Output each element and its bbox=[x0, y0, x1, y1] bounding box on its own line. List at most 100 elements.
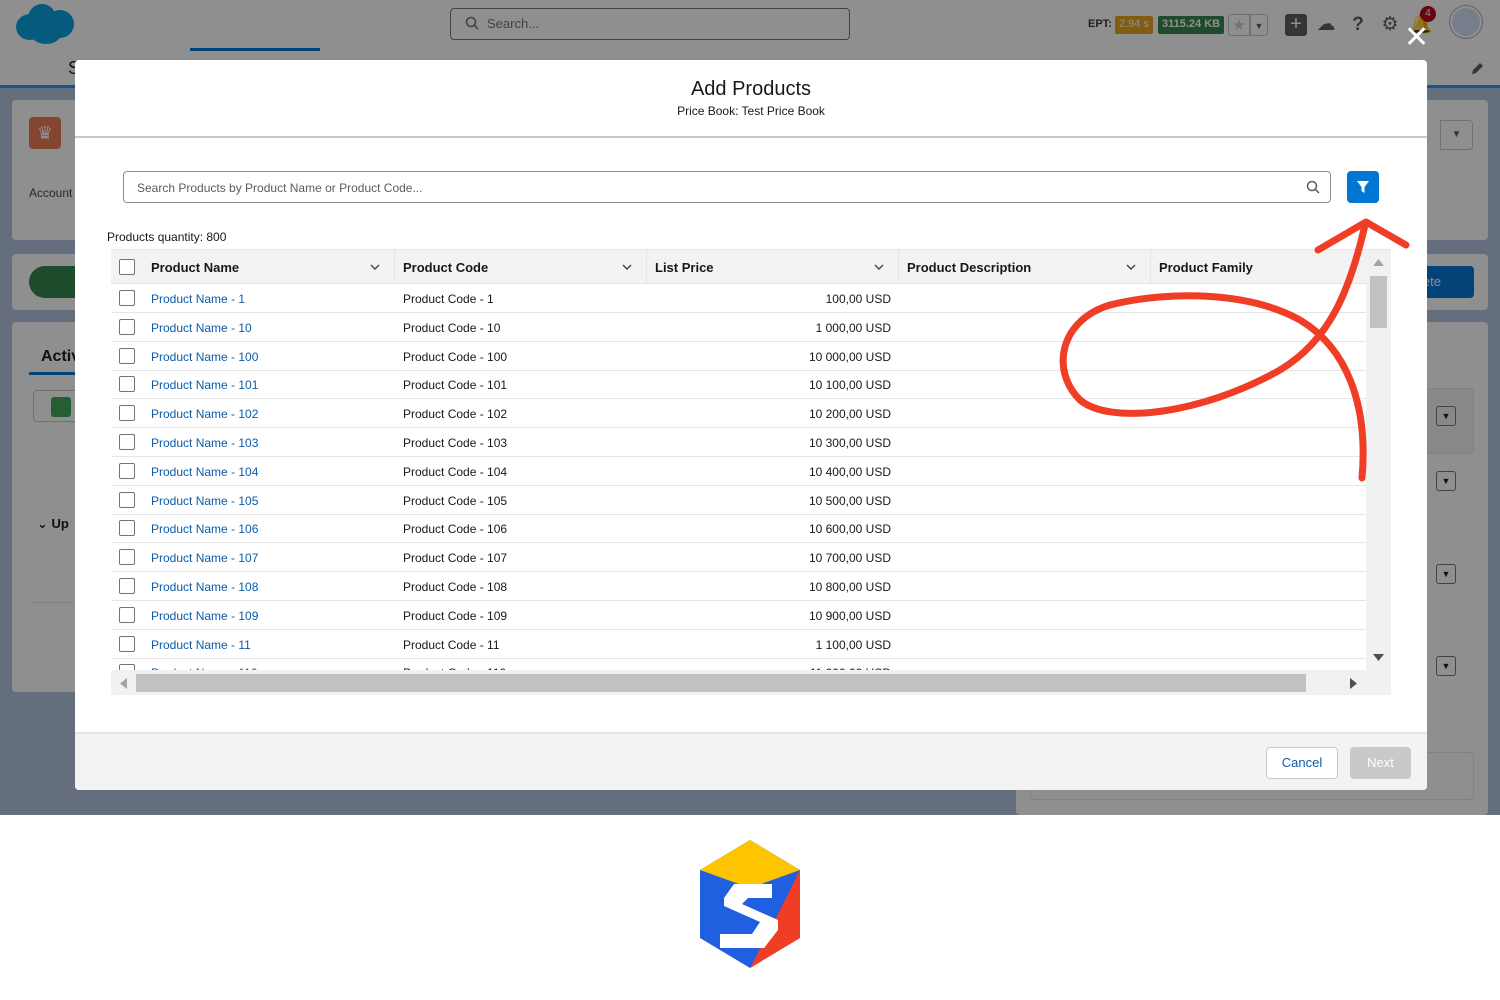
brand-logo-icon bbox=[700, 840, 800, 968]
product-code-cell: Product Code - 11 bbox=[403, 637, 500, 652]
list-price-cell: 10 600,00 USD bbox=[808, 522, 891, 537]
products-quantity: Products quantity: 800 bbox=[107, 230, 227, 244]
product-name-link[interactable]: Product Name - 1 bbox=[151, 292, 245, 306]
table-row[interactable]: Product Name - 10 Product Code - 10 1 000,… bbox=[111, 313, 1366, 342]
chevron-down-icon[interactable] bbox=[370, 262, 380, 272]
list-price-cell: 10 900,00 USD bbox=[808, 608, 891, 623]
row-checkbox[interactable] bbox=[119, 434, 135, 450]
table-header: Product Name Product Code List Price Pro… bbox=[111, 250, 1366, 284]
scroll-left-arrow-icon[interactable] bbox=[119, 678, 127, 689]
products-table: Product Name Product Code List Price Pro… bbox=[111, 249, 1391, 695]
column-label: Product Code bbox=[403, 260, 489, 275]
add-products-modal: Add Products Price Book: Test Price Book… bbox=[75, 60, 1427, 790]
table-row[interactable]: Product Name - 11 Product Code - 11 1 100,… bbox=[111, 630, 1366, 659]
modal-header: Add Products Price Book: Test Price Book bbox=[75, 60, 1427, 138]
table-body: Product Name - 1 Product Code - 1 100,00 U… bbox=[111, 284, 1366, 670]
product-name-link[interactable]: Product Name - 100 bbox=[151, 350, 258, 364]
row-checkbox[interactable] bbox=[119, 405, 135, 422]
column-product-description[interactable]: Product Description bbox=[899, 250, 1151, 284]
vertical-scroll-thumb[interactable] bbox=[1370, 276, 1387, 328]
table-row[interactable]: Product Name - 107 Product Code - 107 10 7… bbox=[111, 543, 1366, 573]
product-name-link[interactable]: Product Name - 109 bbox=[151, 609, 258, 623]
product-code-cell: Product Code - 106 bbox=[403, 522, 508, 537]
horizontal-scroll-thumb[interactable] bbox=[136, 674, 1306, 692]
product-name-link[interactable]: Product Name - 104 bbox=[151, 465, 258, 479]
table-row[interactable]: Product Name - 103 Product Code - 103 10 3… bbox=[111, 428, 1366, 457]
product-search-input[interactable]: Search Products by Product Name or Produ… bbox=[123, 171, 1331, 203]
product-name-link[interactable]: Product Name - 108 bbox=[151, 580, 258, 594]
product-code-cell: Product Code - 1 bbox=[403, 292, 494, 306]
product-code-cell: Product Code - 10 bbox=[403, 320, 501, 335]
row-checkbox[interactable] bbox=[119, 347, 135, 364]
list-price-cell: 10 500,00 USD bbox=[808, 493, 891, 508]
product-name-link[interactable]: Product Name - 102 bbox=[151, 407, 258, 421]
table-row[interactable]: Product Name - 101 Product Code - 101 10 1… bbox=[111, 370, 1366, 400]
search-icon bbox=[1306, 180, 1320, 194]
table-row[interactable]: Product Name - 100 Product Code - 100 10 0… bbox=[111, 342, 1366, 371]
product-code-cell: Product Code - 103 bbox=[403, 436, 508, 450]
list-price-cell: 1 000,00 USD bbox=[815, 320, 891, 335]
row-checkbox[interactable] bbox=[119, 549, 135, 566]
column-product-name[interactable]: Product Name bbox=[143, 250, 395, 284]
product-code-cell: Product Code - 101 bbox=[403, 378, 508, 393]
modal-subtitle: Price Book: Test Price Book bbox=[677, 104, 825, 118]
product-name-link[interactable]: Product Name - 11 bbox=[151, 638, 251, 652]
product-name-link[interactable]: Product Name - 107 bbox=[151, 551, 258, 565]
close-icon[interactable]: ✕ bbox=[1404, 23, 1429, 53]
product-name-link[interactable]: Product Name - 105 bbox=[151, 494, 258, 508]
row-checkbox[interactable] bbox=[119, 520, 135, 537]
column-label: List Price bbox=[655, 260, 714, 275]
list-price-cell: 10 000,00 USD bbox=[808, 349, 891, 364]
column-label: Product Description bbox=[907, 260, 1032, 275]
next-button[interactable]: Next bbox=[1350, 747, 1411, 779]
row-checkbox[interactable] bbox=[119, 318, 135, 335]
row-checkbox[interactable] bbox=[119, 491, 135, 508]
table-row[interactable]: Product Name - 105 Product Code - 105 10 5… bbox=[111, 486, 1366, 515]
table-row[interactable]: Product Name - 1 Product Code - 1 100,00 U… bbox=[111, 284, 1366, 313]
table-row[interactable]: Product Name - 110Product Code - 11011 0… bbox=[111, 658, 1366, 670]
table-row[interactable]: Product Name - 109 Product Code - 109 10 9… bbox=[111, 601, 1366, 630]
chevron-down-icon[interactable] bbox=[874, 262, 884, 272]
filter-icon bbox=[1357, 181, 1369, 193]
product-code-cell: Product Code - 100 bbox=[403, 349, 508, 364]
row-checkbox[interactable] bbox=[119, 606, 135, 623]
cancel-button[interactable]: Cancel bbox=[1266, 747, 1338, 779]
filter-button[interactable] bbox=[1347, 171, 1379, 203]
list-price-cell: 10 100,00 USD bbox=[808, 378, 891, 393]
select-all-checkbox[interactable] bbox=[119, 259, 135, 275]
modal-footer: Cancel Next bbox=[75, 732, 1427, 790]
column-product-code[interactable]: Product Code bbox=[395, 250, 647, 284]
screenshot: Search... EPT: 2.94 s 3115.24 KB ★ ▼ + ☁… bbox=[0, 0, 1500, 1000]
row-checkbox[interactable] bbox=[119, 462, 135, 479]
product-name-link[interactable]: Product Name - 106 bbox=[151, 522, 258, 536]
list-price-cell: 100,00 USD bbox=[825, 292, 891, 306]
scroll-down-arrow-icon[interactable] bbox=[1373, 654, 1384, 662]
table-row[interactable]: Product Name - 102 Product Code - 102 10 2… bbox=[111, 399, 1366, 429]
product-code-cell: Product Code - 102 bbox=[403, 407, 508, 422]
product-code-cell: Product Code - 108 bbox=[403, 580, 508, 594]
product-search-placeholder: Search Products by Product Name or Produ… bbox=[137, 181, 423, 195]
column-label: Product Name bbox=[151, 260, 240, 275]
table-row[interactable]: Product Name - 106 Product Code - 106 10 6… bbox=[111, 514, 1366, 544]
chevron-down-icon[interactable] bbox=[622, 262, 632, 272]
scroll-up-arrow-icon[interactable] bbox=[1373, 258, 1384, 266]
product-name-link[interactable]: Product Name - 103 bbox=[151, 436, 258, 450]
vertical-scrollbar[interactable] bbox=[1366, 250, 1391, 670]
row-checkbox[interactable] bbox=[119, 290, 135, 306]
scroll-right-arrow-icon[interactable] bbox=[1350, 678, 1358, 689]
product-name-link[interactable]: Product Name - 10 bbox=[151, 321, 252, 335]
row-checkbox[interactable] bbox=[119, 578, 135, 594]
row-checkbox[interactable] bbox=[119, 635, 135, 652]
chevron-down-icon[interactable] bbox=[1126, 262, 1136, 272]
column-list-price[interactable]: List Price bbox=[647, 250, 899, 284]
column-product-family[interactable]: Product Family bbox=[1151, 250, 1366, 284]
list-price-cell: 10 800,00 USD bbox=[808, 580, 891, 594]
table-row[interactable]: Product Name - 104 Product Code - 104 10 4… bbox=[111, 457, 1366, 486]
product-name-link[interactable]: Product Name - 101 bbox=[151, 378, 258, 392]
row-checkbox[interactable] bbox=[119, 376, 135, 393]
table-row[interactable]: Product Name - 108 Product Code - 108 10 8… bbox=[111, 572, 1366, 601]
list-price-cell: 10 300,00 USD bbox=[808, 436, 891, 450]
list-price-cell: 10 200,00 USD bbox=[808, 407, 891, 422]
product-code-cell: Product Code - 104 bbox=[403, 464, 508, 479]
horizontal-scrollbar[interactable] bbox=[111, 670, 1391, 695]
